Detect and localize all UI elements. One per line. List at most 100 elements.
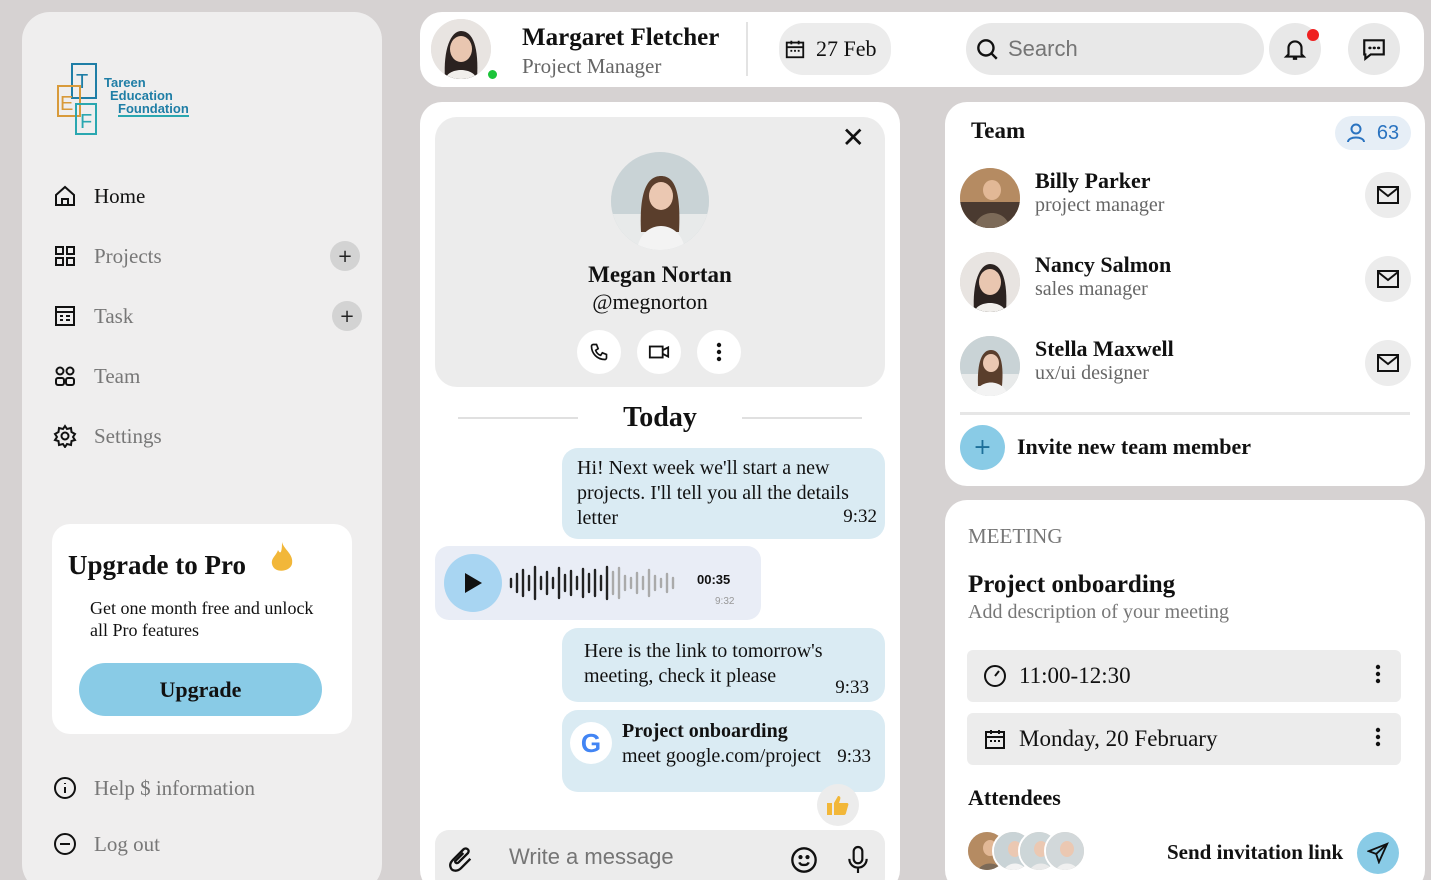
close-icon[interactable]: ✕ xyxy=(842,121,865,154)
avatar xyxy=(960,336,1020,396)
gear-icon xyxy=(52,423,78,449)
team-icon xyxy=(52,363,78,389)
svg-text:T: T xyxy=(76,71,88,93)
chat-icon xyxy=(1363,39,1385,62)
add-project-button[interactable]: + xyxy=(330,241,360,271)
message-input[interactable] xyxy=(509,844,769,870)
avatar[interactable] xyxy=(431,19,491,79)
invite-member-button[interactable]: + Invite new team member xyxy=(960,424,1251,470)
contact-card: ✕ Megan Nortan @megnorton xyxy=(435,117,885,387)
mail-icon xyxy=(1377,354,1399,372)
message-text: Here is the link to tomorrow's meeting, … xyxy=(584,640,823,687)
member-name: Nancy Salmon xyxy=(1035,252,1172,277)
messages-button[interactable] xyxy=(1348,23,1400,75)
team-title: Team xyxy=(971,118,1026,143)
sidebar-item-label: Projects xyxy=(94,243,162,268)
logout-link[interactable]: Log out xyxy=(52,824,362,864)
svg-text:E: E xyxy=(60,93,73,115)
attendees-title: Attendees xyxy=(968,785,1061,810)
logo: T E F Tareen Education Foundation xyxy=(52,60,192,138)
member-name: Billy Parker xyxy=(1035,168,1151,193)
meeting-label: MEETING xyxy=(968,524,1063,548)
more-vertical-icon[interactable] xyxy=(1375,663,1381,685)
paperclip-icon[interactable] xyxy=(447,846,475,874)
calendar-icon xyxy=(785,40,805,59)
message-time: 9:32 xyxy=(843,506,877,527)
bell-icon xyxy=(1283,40,1307,60)
member-avatar-icon xyxy=(960,252,1020,312)
message-bubble: Hi! Next week we'll start a new projects… xyxy=(562,448,885,539)
team-count-badge: 63 xyxy=(1335,116,1411,150)
sidebar-item-label: Task xyxy=(94,303,134,328)
logout-icon xyxy=(52,831,78,857)
meeting-link-bubble[interactable]: G Project onboarding meet google.com/pro… xyxy=(562,710,885,792)
help-link[interactable]: Help $ information xyxy=(52,768,362,808)
notifications-button[interactable] xyxy=(1269,23,1321,75)
online-status-dot xyxy=(486,68,499,81)
member-avatar-icon xyxy=(960,336,1020,396)
flame-icon xyxy=(268,540,296,581)
call-button[interactable] xyxy=(577,330,621,374)
list-item: Billy Parker project manager xyxy=(960,168,1415,230)
sidebar-item-task[interactable]: Task + xyxy=(52,296,362,336)
help-label: Help $ information xyxy=(94,775,255,800)
member-role: sales manager xyxy=(1035,278,1148,300)
play-button[interactable] xyxy=(444,554,502,612)
member-avatar-icon xyxy=(960,168,1020,228)
user-avatar-icon xyxy=(431,19,491,79)
emoji-icon[interactable] xyxy=(790,846,818,874)
sidebar-item-home[interactable]: Home xyxy=(52,176,362,216)
calendar-icon xyxy=(985,730,1005,749)
contact-handle: @megnorton xyxy=(592,289,708,314)
search-icon xyxy=(977,39,998,60)
divider xyxy=(960,412,1410,415)
avatar xyxy=(1044,830,1086,872)
divider xyxy=(746,22,748,76)
send-button[interactable] xyxy=(1357,832,1399,874)
invite-label: Invite new team member xyxy=(1017,434,1251,459)
mail-icon xyxy=(1377,270,1399,288)
sidebar-item-team[interactable]: Team xyxy=(52,356,362,396)
play-icon xyxy=(465,573,482,593)
upgrade-text: Get one month free and unlock all Pro fe… xyxy=(90,598,314,640)
upgrade-button[interactable]: Upgrade xyxy=(79,663,322,716)
email-member-button[interactable] xyxy=(1365,172,1411,218)
link-url: meet google.com/project xyxy=(622,745,821,767)
date-pill[interactable]: 27 Feb xyxy=(779,23,891,75)
sidebar-item-settings[interactable]: Settings xyxy=(52,416,362,456)
user-role: Project Manager xyxy=(522,54,662,78)
top-bar: Margaret Fletcher Project Manager 27 Feb xyxy=(420,12,1424,87)
meeting-time-row[interactable]: 11:00-12:30 xyxy=(967,650,1401,702)
search-bar xyxy=(966,23,1264,75)
video-icon xyxy=(648,345,670,359)
video-call-button[interactable] xyxy=(637,330,681,374)
like-reaction[interactable] xyxy=(817,784,859,826)
email-member-button[interactable] xyxy=(1365,256,1411,302)
clock-icon xyxy=(984,665,1006,687)
meeting-date-row[interactable]: Monday, 20 February xyxy=(967,713,1401,765)
email-member-button[interactable] xyxy=(1365,340,1411,386)
team-panel: Team 63 Billy Parker project manager Nan… xyxy=(945,102,1425,486)
list-item: Stella Maxwell ux/ui designer xyxy=(960,336,1415,398)
contact-avatar xyxy=(611,152,709,250)
sidebar-item-projects[interactable]: Projects + xyxy=(52,236,362,276)
message-bubble: Here is the link to tomorrow's meeting, … xyxy=(562,628,885,702)
user-icon xyxy=(1346,123,1365,143)
send-invitation-link[interactable]: Send invitation link xyxy=(1167,840,1343,865)
logo-text: Tareen Education Foundation xyxy=(104,75,189,117)
contact-avatar-icon xyxy=(611,152,709,250)
waveform-icon xyxy=(509,565,675,601)
add-task-button[interactable]: + xyxy=(332,301,362,331)
more-options-button[interactable] xyxy=(697,330,741,374)
meeting-description[interactable]: Add description of your meeting xyxy=(968,601,1229,624)
google-icon: G xyxy=(570,722,612,764)
microphone-icon[interactable] xyxy=(845,844,871,876)
search-input[interactable] xyxy=(1008,36,1248,62)
more-vertical-icon xyxy=(716,342,722,362)
avatar xyxy=(960,252,1020,312)
more-vertical-icon[interactable] xyxy=(1375,726,1381,748)
send-icon xyxy=(1367,842,1389,864)
thumbs-up-icon xyxy=(827,796,849,815)
member-role: ux/ui designer xyxy=(1035,362,1149,384)
message-time: 9:32 xyxy=(715,596,735,607)
